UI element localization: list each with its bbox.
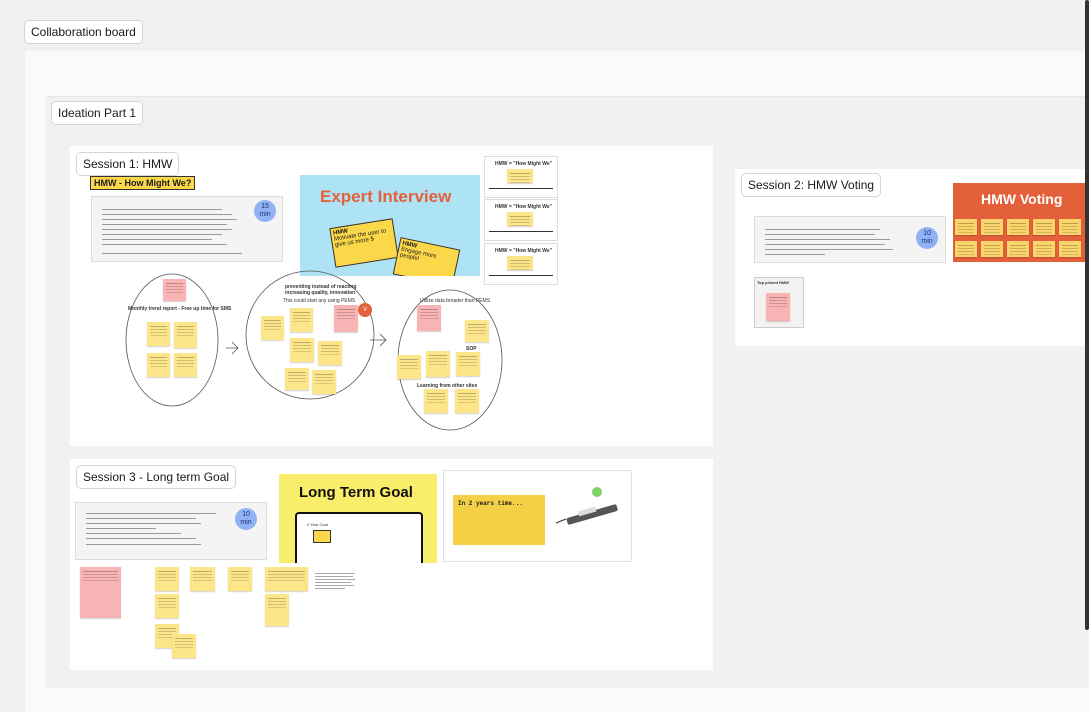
sticky-note[interactable] — [265, 594, 289, 626]
vertical-scrollbar[interactable] — [1085, 0, 1089, 630]
timer-unit: min — [240, 519, 252, 526]
session1-title[interactable]: Session 1: HMW — [76, 152, 180, 176]
two-years-note: In 2 years time... — [453, 495, 545, 545]
hmw-card-2-note — [507, 212, 533, 226]
sticky-note[interactable] — [456, 352, 480, 376]
sticky-note[interactable] — [455, 389, 479, 413]
marker-pen-icon — [555, 504, 618, 525]
top-picked-title: Top picked HMW — [757, 280, 789, 285]
sticky-note[interactable] — [155, 567, 179, 591]
sticky-note[interactable] — [190, 567, 215, 591]
timer-unit: min — [259, 211, 271, 218]
hmw-heading: HMW - How Might We? — [90, 176, 196, 190]
hmw-voting-title: HMW Voting — [981, 191, 1063, 207]
timer-value: 10 — [923, 230, 931, 237]
expert-interview-title: Expert Interview — [320, 187, 452, 206]
long-term-goal-title: Long Term Goal — [299, 484, 413, 501]
timer-value: 15 — [261, 203, 269, 210]
section-title[interactable]: Ideation Part 1 — [51, 101, 144, 125]
sticky-note[interactable] — [424, 389, 448, 413]
sticky-note[interactable] — [766, 293, 790, 321]
hmw-voting-card[interactable]: HMW Voting — [953, 183, 1089, 262]
sticky-note[interactable] — [174, 353, 197, 377]
sticky-note[interactable] — [155, 594, 179, 618]
voting-notes-grid — [955, 215, 1089, 262]
hmw-card-1-note — [507, 169, 533, 183]
hmw-card-1[interactable]: HMW = "How Might We" — [484, 156, 558, 198]
cluster-3-title: Utilize data broader than PEMS — [420, 298, 491, 304]
hmw-card-1-scale — [489, 188, 553, 189]
board-title[interactable]: Collaboration board — [24, 20, 143, 44]
sticky-note[interactable] — [285, 368, 309, 390]
sticky-note[interactable] — [147, 322, 170, 346]
sticky-note[interactable] — [80, 567, 121, 618]
sticky-note[interactable] — [465, 320, 489, 342]
text-block — [315, 572, 355, 600]
sticky-note[interactable] — [312, 370, 336, 394]
sticky-note[interactable] — [265, 567, 308, 591]
hmw-card-2-scale — [489, 231, 553, 232]
sticky-note[interactable] — [318, 341, 342, 365]
sticky-note[interactable] — [261, 316, 284, 340]
cluster-2-subtitle: This could start any using PEMS — [283, 298, 356, 304]
session3-title[interactable]: Session 3 - Long term Goal — [76, 465, 237, 489]
ltg-note-label: 2 Year Goal — [307, 522, 328, 527]
top-picked-frame[interactable]: Top picked HMW — [754, 277, 804, 328]
sticky-note[interactable] — [397, 355, 421, 379]
session3-timer-badge: 10 min — [235, 508, 257, 530]
sticky-note[interactable] — [290, 308, 313, 332]
sticky-note[interactable] — [174, 322, 197, 348]
sticky-note[interactable] — [163, 279, 186, 301]
sticky-note[interactable] — [228, 567, 252, 591]
cluster-2-title: preventing instead of reacting increasin… — [285, 284, 357, 296]
session2-timer-badge: 10 min — [916, 227, 938, 249]
ltg-screen: 2 Year Goal — [295, 512, 423, 563]
hmw-card-1-title: HMW = "How Might We" — [495, 161, 553, 167]
cluster-1-title: Monthly trend report - Free up time for … — [128, 306, 232, 312]
two-years-card[interactable]: In 2 years time... — [443, 470, 632, 562]
hmw-card-3-title: HMW = "How Might We" — [495, 248, 553, 254]
hmw-card-2-title: HMW = "How Might We" — [495, 204, 553, 210]
sticky-note[interactable] — [426, 351, 450, 377]
green-dot-icon — [592, 487, 602, 497]
session2-title[interactable]: Session 2: HMW Voting — [741, 173, 882, 197]
sticky-note[interactable] — [334, 305, 358, 332]
expert-interview-card[interactable]: Expert Interview HMW Motivate the user t… — [300, 175, 480, 276]
hmw-card-2[interactable]: HMW = "How Might We" — [484, 199, 558, 241]
long-term-goal-card[interactable]: Long Term Goal 2 Year Goal — [279, 474, 437, 563]
expert-note-1: HMW Motivate the user to give us more $ — [329, 218, 399, 268]
session1-timer-badge: 15 min — [254, 200, 276, 222]
ltg-note — [313, 530, 331, 543]
sticky-note[interactable] — [417, 305, 441, 331]
sticky-note[interactable] — [147, 353, 170, 377]
sticky-note[interactable] — [172, 634, 196, 658]
timer-unit: min — [921, 238, 933, 245]
two-years-text: In 2 years time... — [458, 500, 523, 507]
sticky-note[interactable] — [290, 338, 314, 362]
vote-badge[interactable]: V — [358, 303, 372, 317]
timer-value: 10 — [242, 511, 250, 518]
